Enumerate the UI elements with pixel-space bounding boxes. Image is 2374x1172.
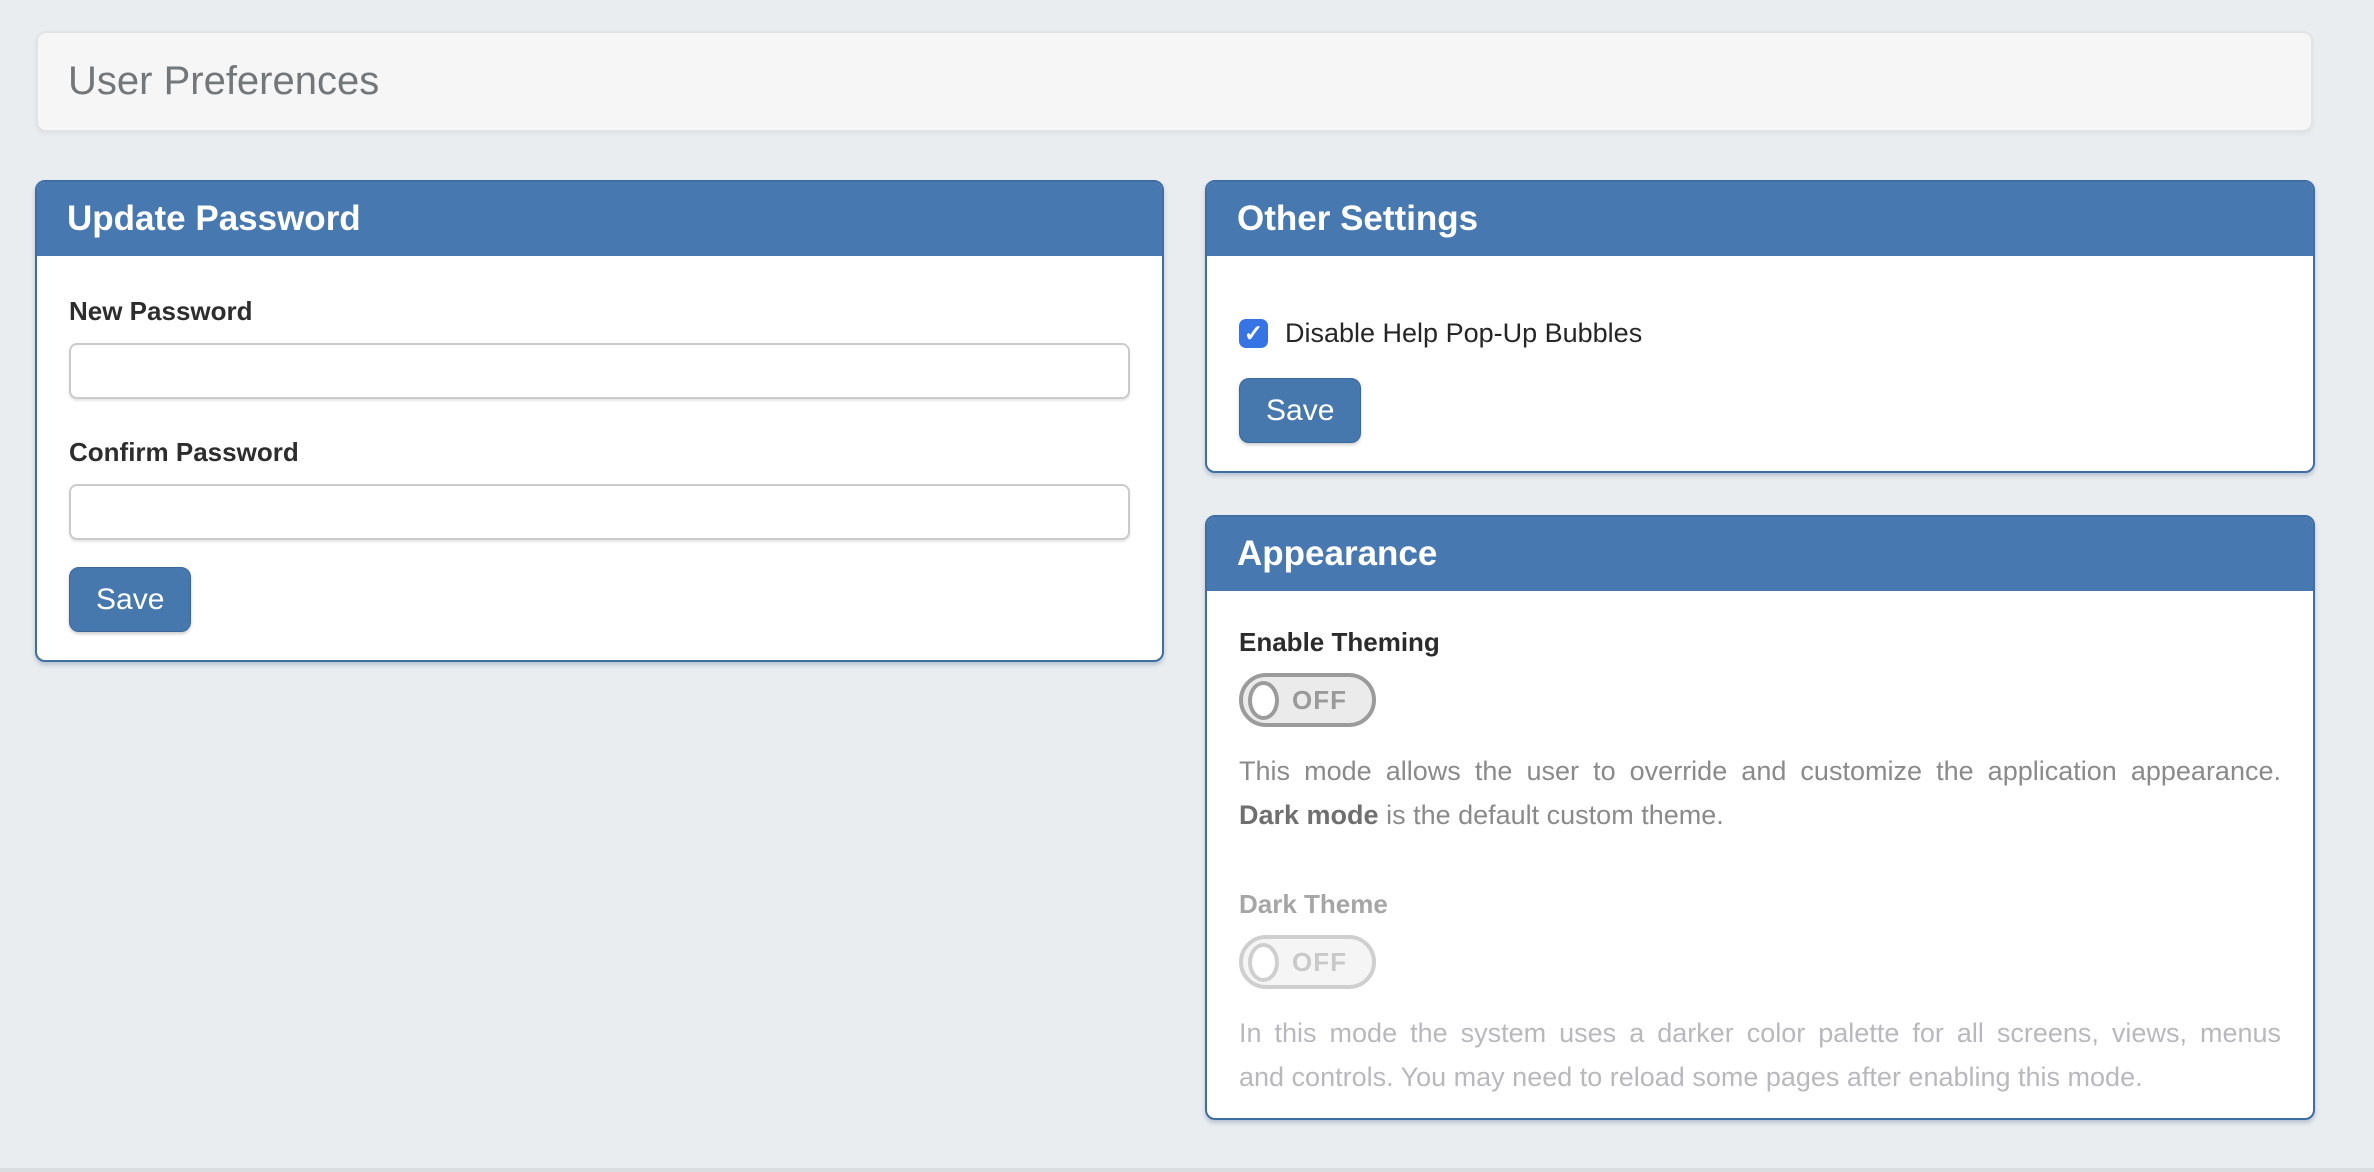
other-settings-panel-title: Other Settings bbox=[1237, 199, 1478, 239]
appearance-panel-header: Appearance bbox=[1207, 517, 2313, 591]
other-settings-panel-body: ✓ Disable Help Pop-Up Bubbles Save bbox=[1207, 256, 2313, 443]
dark-theme-description: In this mode the system uses a darker co… bbox=[1239, 1011, 2281, 1099]
update-password-panel-title: Update Password bbox=[67, 199, 361, 239]
confirm-password-input[interactable] bbox=[69, 484, 1130, 540]
enable-theming-label: Enable Theming bbox=[1239, 627, 2281, 658]
dark-theme-description-line1: In this mode the system uses a darker co… bbox=[1239, 1011, 2281, 1055]
enable-theming-description-line2: Dark mode is the default custom theme. bbox=[1239, 793, 2281, 837]
update-password-panel-header: Update Password bbox=[37, 182, 1162, 256]
appearance-panel-title: Appearance bbox=[1237, 534, 1437, 574]
page-title: User Preferences bbox=[68, 59, 379, 104]
appearance-panel-body: Enable Theming OFF This mode allows the … bbox=[1207, 591, 2313, 1099]
dark-theme-toggle-state: OFF bbox=[1292, 947, 1347, 978]
checkmark-icon: ✓ bbox=[1244, 320, 1263, 347]
dark-mode-bold-text: Dark mode bbox=[1239, 800, 1379, 830]
update-password-save-button[interactable]: Save bbox=[69, 567, 191, 632]
other-settings-panel-header: Other Settings bbox=[1207, 182, 2313, 256]
new-password-label: New Password bbox=[69, 296, 1130, 327]
enable-theming-description: This mode allows the user to override an… bbox=[1239, 749, 2281, 837]
enable-theming-toggle-state: OFF bbox=[1292, 685, 1347, 716]
dark-theme-section: Dark Theme OFF In this mode the system u… bbox=[1239, 889, 2281, 1099]
page-title-bar: User Preferences bbox=[36, 31, 2313, 132]
disable-help-popups-checkbox[interactable]: ✓ bbox=[1239, 319, 1268, 348]
toggle-knob-icon bbox=[1248, 943, 1279, 982]
dark-theme-label: Dark Theme bbox=[1239, 889, 2281, 920]
other-settings-save-button[interactable]: Save bbox=[1239, 378, 1361, 443]
toggle-knob-icon bbox=[1248, 681, 1279, 720]
enable-theming-toggle[interactable]: OFF bbox=[1239, 673, 1376, 727]
dark-theme-description-line2: and controls. You may need to reload som… bbox=[1239, 1055, 2281, 1099]
confirm-password-label: Confirm Password bbox=[69, 437, 1130, 468]
enable-theming-description-line1: This mode allows the user to override an… bbox=[1239, 749, 2281, 793]
new-password-input[interactable] bbox=[69, 343, 1130, 399]
disable-help-popups-row: ✓ Disable Help Pop-Up Bubbles bbox=[1239, 318, 2281, 349]
viewport-bottom-edge bbox=[0, 1168, 2374, 1172]
dark-theme-toggle: OFF bbox=[1239, 935, 1376, 989]
update-password-panel-body: New Password Confirm Password Save bbox=[37, 256, 1162, 632]
disable-help-popups-label: Disable Help Pop-Up Bubbles bbox=[1285, 318, 1642, 349]
update-password-panel: Update Password New Password Confirm Pas… bbox=[35, 180, 1164, 662]
other-settings-panel: Other Settings ✓ Disable Help Pop-Up Bub… bbox=[1205, 180, 2315, 473]
appearance-panel: Appearance Enable Theming OFF This mode … bbox=[1205, 515, 2315, 1120]
